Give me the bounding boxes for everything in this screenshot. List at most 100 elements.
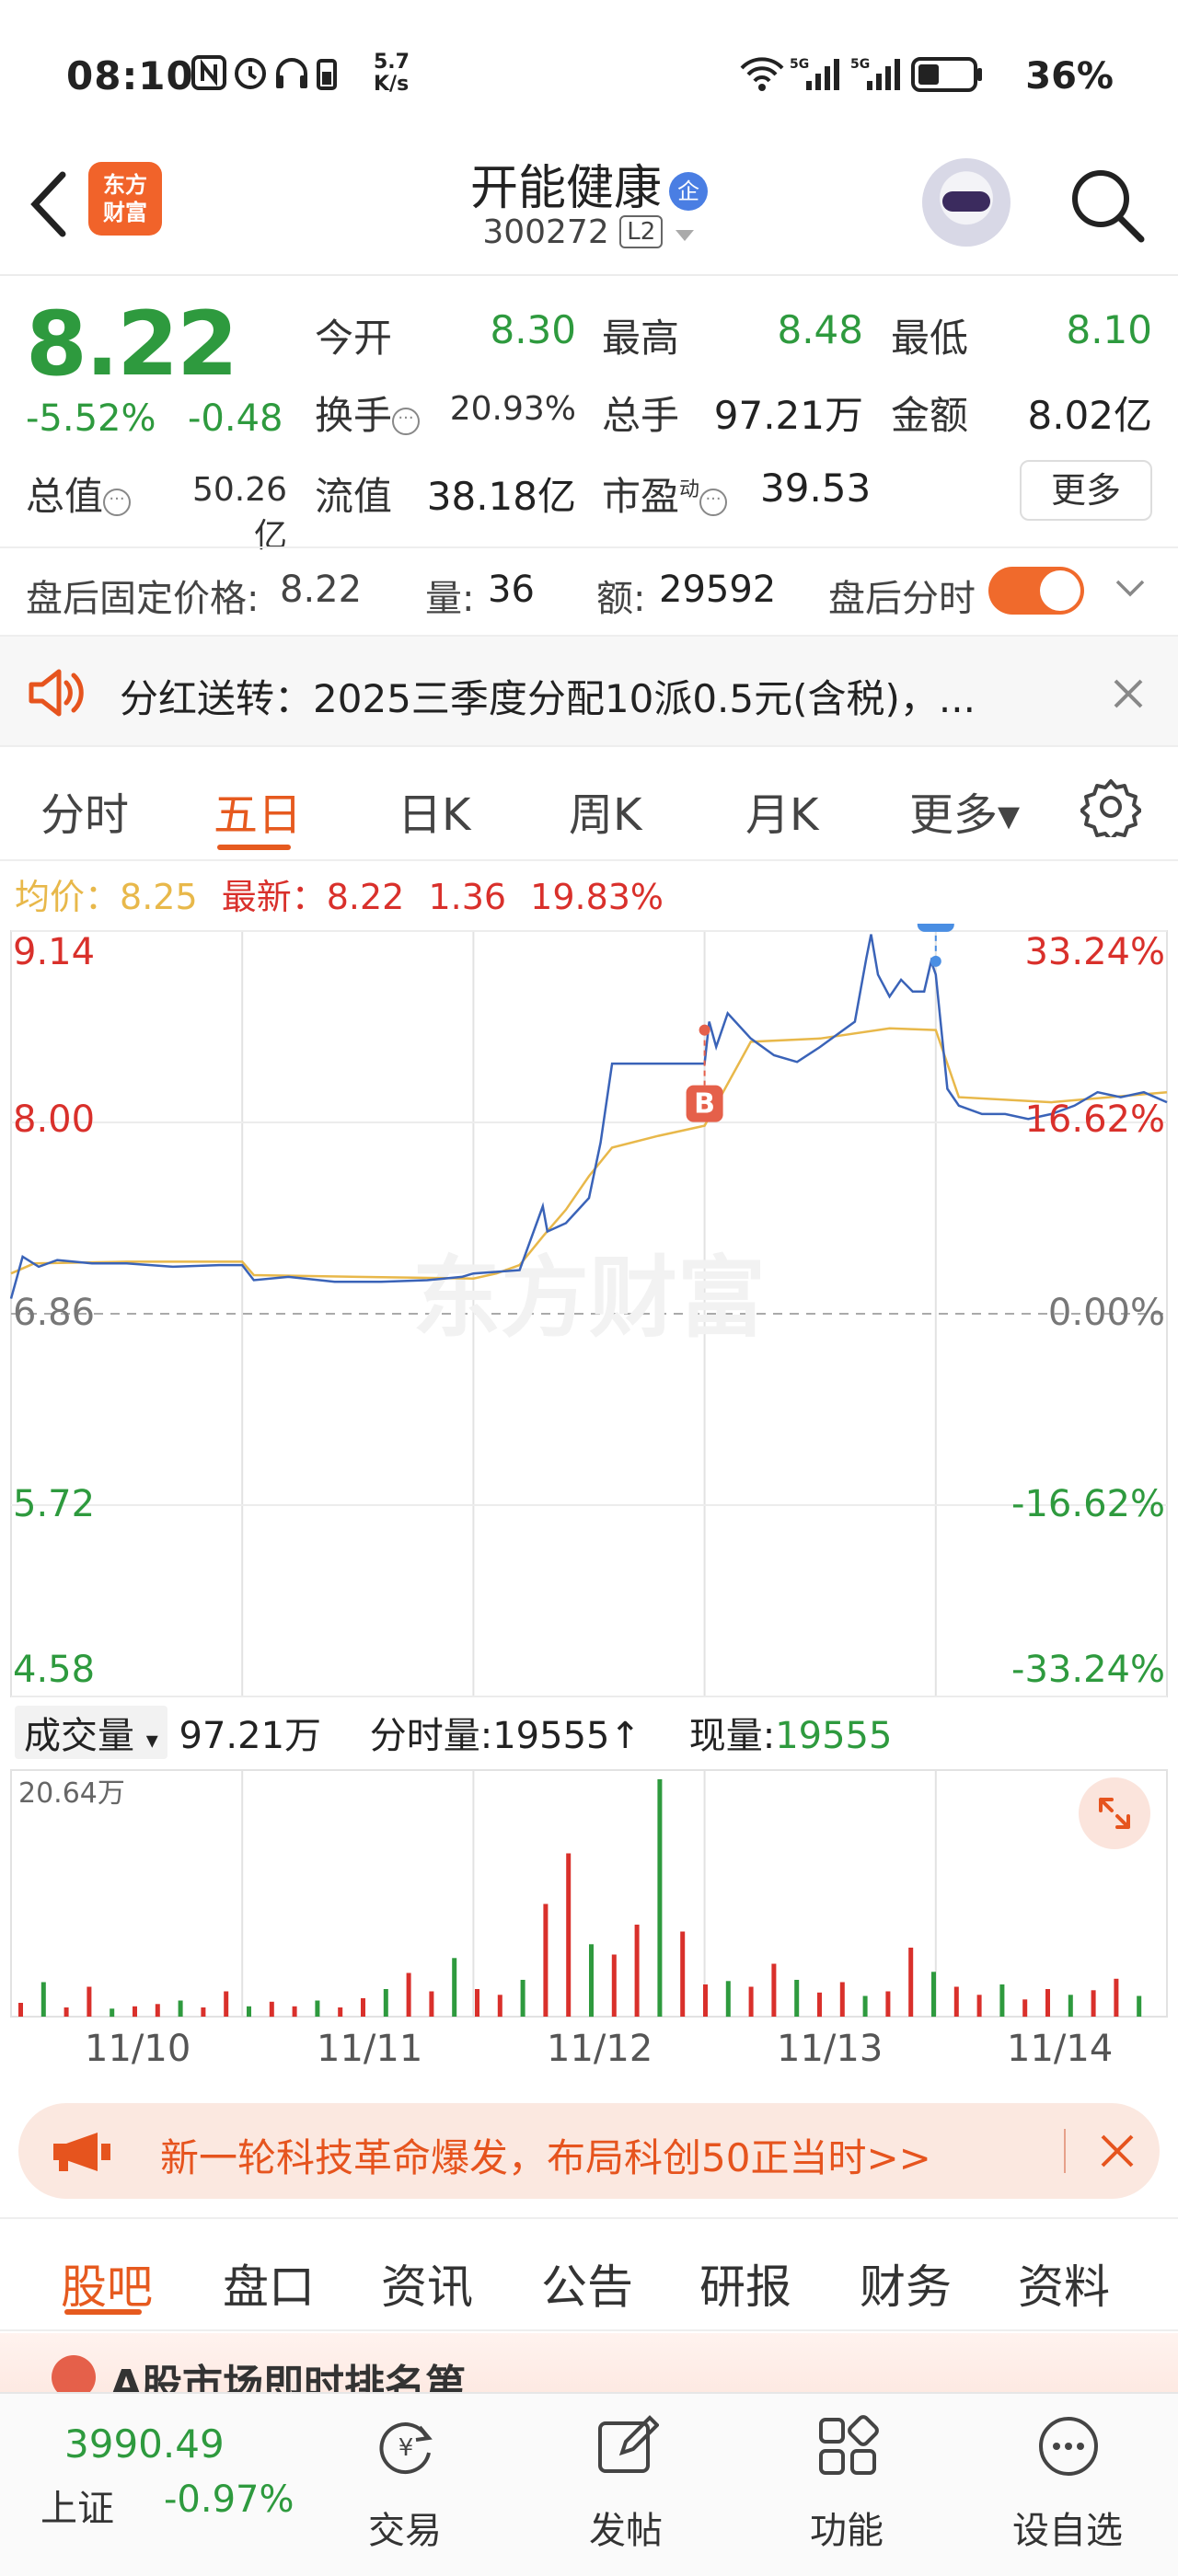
volume-bar bbox=[1022, 1999, 1028, 2018]
tab-announcements[interactable]: 公告 bbox=[541, 2250, 633, 2317]
promo-banner[interactable]: 新一轮科技革命爆发，布局科创50正当时>> bbox=[18, 2103, 1160, 2199]
edit-icon bbox=[598, 2415, 659, 2473]
status-bar: 08:10 5.7 K/s 5G 5G 36% bbox=[0, 0, 1178, 147]
dropdown-icon bbox=[675, 230, 694, 241]
volume-bar bbox=[292, 2006, 297, 2018]
pe-label[interactable]: 市盈动 ··· bbox=[602, 466, 728, 522]
y-tick-right-0: 33.24% bbox=[1024, 931, 1165, 973]
y-tick-right-2: 0.00% bbox=[1047, 1292, 1165, 1334]
watermark: 东方财富 bbox=[412, 1247, 766, 1350]
volume-bar bbox=[1137, 1995, 1142, 2017]
volume-bar bbox=[634, 1925, 640, 2017]
float-cap-label: 流值 bbox=[315, 474, 393, 519]
status-time: 08:10 bbox=[66, 53, 194, 98]
active-tab-indicator bbox=[217, 845, 291, 850]
close-icon[interactable] bbox=[1099, 2133, 1136, 2169]
volume-bar bbox=[497, 1995, 502, 2018]
ranking-icon bbox=[52, 2355, 96, 2394]
more-button[interactable]: 更多 bbox=[1020, 460, 1152, 521]
turnover-label[interactable]: 换手 ··· bbox=[315, 385, 421, 441]
volume-bar bbox=[931, 1972, 936, 2018]
trade-icon: ¥ bbox=[379, 2422, 433, 2474]
volume-bar bbox=[87, 1986, 92, 2017]
net-speed: 5.7 K/s bbox=[374, 51, 410, 96]
index-name: 上证 bbox=[40, 2488, 114, 2530]
volume-bar bbox=[338, 2007, 343, 2017]
volume-bar bbox=[224, 1991, 229, 2017]
volume-header: 成交量 ▾ 97.21万 分时量:19555↑ 现量:19555 bbox=[15, 1706, 892, 1759]
ranking-text: A股市场即时排名第 bbox=[110, 2362, 467, 2394]
tab-news[interactable]: 资讯 bbox=[381, 2250, 473, 2317]
chevron-down-icon[interactable] bbox=[1114, 572, 1147, 605]
volume-bar bbox=[589, 1944, 594, 2018]
marker-point bbox=[699, 1024, 710, 1036]
fenshi-vol-value: 19555↑ bbox=[492, 1715, 641, 1757]
after-hours-amt: 29592 bbox=[659, 569, 777, 611]
index-value[interactable]: 3990.49 bbox=[64, 2421, 225, 2467]
alarm-icon bbox=[235, 58, 266, 89]
market-cap-label[interactable]: 总值 ··· bbox=[26, 466, 132, 522]
after-hours-toggle[interactable] bbox=[988, 567, 1084, 615]
volume-bar bbox=[999, 1984, 1005, 2017]
volume-bar bbox=[908, 1948, 914, 2017]
current-vol-value: 19555 bbox=[775, 1715, 893, 1757]
tab-fenshi[interactable]: 分时 bbox=[40, 778, 129, 843]
volume-value: 97.21万 bbox=[713, 393, 863, 438]
svg-text:¥: ¥ bbox=[398, 2434, 414, 2462]
fenshi-vol-label: 分时量: bbox=[369, 1715, 493, 1757]
expand-button[interactable] bbox=[1079, 1777, 1150, 1849]
volume-bar bbox=[178, 2000, 183, 2017]
change-amount: -0.48 bbox=[188, 397, 283, 440]
tab-pankou[interactable]: 盘口 bbox=[223, 2250, 315, 2317]
volume-indicator-select[interactable]: 成交量 ▾ bbox=[15, 1706, 167, 1759]
period-tabs: 分时 五日 日K 周K 月K 更多▾ bbox=[0, 751, 1178, 861]
volume-bar bbox=[452, 1958, 457, 2017]
volume-bar bbox=[771, 1963, 777, 2017]
tab-finance[interactable]: 财务 bbox=[860, 2250, 952, 2317]
assistant-robot-avatar[interactable] bbox=[922, 158, 1011, 247]
volume-bar bbox=[475, 1989, 479, 2017]
nav-trade[interactable]: ¥ 交易 bbox=[313, 2394, 497, 2576]
speaker-icon bbox=[29, 669, 84, 717]
megaphone-icon bbox=[53, 2133, 110, 2171]
tab-month-k[interactable]: 月K bbox=[745, 778, 818, 843]
nav-watchlist[interactable]: 设自选 bbox=[976, 2394, 1160, 2576]
five-day-chart[interactable]: 东方财富 BS bbox=[0, 924, 1178, 2055]
trade-markers: BS bbox=[686, 924, 954, 1122]
gear-icon[interactable] bbox=[1080, 776, 1141, 837]
tab-week-k[interactable]: 周K bbox=[569, 778, 641, 843]
close-icon[interactable] bbox=[1112, 677, 1145, 710]
low-value: 8.10 bbox=[1066, 307, 1152, 352]
float-cap-value: 38.18亿 bbox=[426, 474, 576, 519]
tab-more[interactable]: 更多▾ bbox=[909, 778, 1020, 843]
volume-bar bbox=[133, 2006, 137, 2018]
open-label: 今开 bbox=[315, 316, 393, 361]
level2-badge: L2 bbox=[619, 215, 664, 248]
tab-day-k[interactable]: 日K bbox=[398, 778, 470, 843]
signal-icon-2: 5G bbox=[850, 57, 901, 90]
avg-price-value: 8.25 bbox=[120, 877, 198, 917]
after-hours-price: 8.22 bbox=[280, 569, 363, 611]
volume-bar bbox=[794, 1980, 800, 2017]
after-hours-label: 盘后固定价格: bbox=[26, 578, 260, 620]
search-icon[interactable] bbox=[1066, 164, 1149, 247]
tab-profile[interactable]: 资料 bbox=[1018, 2250, 1110, 2317]
tab-five-day[interactable]: 五日 bbox=[214, 778, 302, 843]
status-icons-left bbox=[191, 53, 357, 102]
volume-bar bbox=[885, 1991, 891, 2017]
status-icons-right: 5G 5G 36% bbox=[740, 53, 1114, 98]
tab-guba[interactable]: 股吧 bbox=[61, 2250, 153, 2317]
volume-bar bbox=[247, 2006, 251, 2018]
y-tick-left-3: 5.72 bbox=[13, 1483, 96, 1525]
battery-small-icon bbox=[317, 59, 337, 90]
tab-research[interactable]: 研报 bbox=[699, 2250, 791, 2317]
dividend-notice[interactable]: 分红送转：2025三季度分配10派0.5元(含税)，... bbox=[0, 635, 1178, 747]
nav-functions[interactable]: 功能 bbox=[755, 2394, 939, 2576]
y-tick-left-2: 6.86 bbox=[13, 1292, 96, 1334]
ranking-peek[interactable]: A股市场即时排名第 bbox=[0, 2333, 1178, 2394]
nav-post[interactable]: 发帖 bbox=[534, 2394, 718, 2576]
volume-bar bbox=[1114, 1978, 1119, 2017]
info-dots-icon: ··· bbox=[392, 408, 421, 435]
active-content-tab-indicator bbox=[64, 2309, 142, 2315]
volume-bar bbox=[269, 2001, 274, 2018]
